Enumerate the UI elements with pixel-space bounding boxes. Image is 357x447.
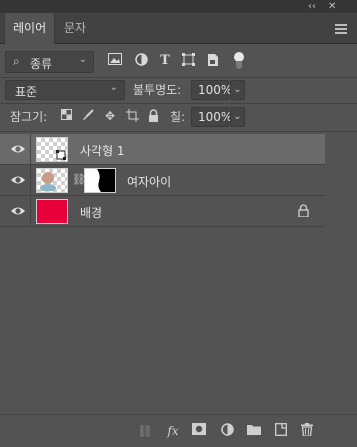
opacity-dropdown-button[interactable]: ⌄ bbox=[230, 80, 245, 100]
blend-mode-select[interactable]: 표준 ⌄ bbox=[5, 80, 125, 100]
layer-thumbnail bbox=[36, 137, 68, 162]
layer-name[interactable]: 여자아이 bbox=[127, 173, 171, 190]
tab-bar: 레이어 문자 bbox=[0, 13, 357, 44]
fill-input[interactable]: 100% bbox=[191, 107, 232, 127]
new-layer-icon[interactable] bbox=[273, 423, 289, 439]
fill-dropdown-button[interactable]: ⌄ bbox=[230, 107, 245, 127]
layer-name[interactable]: 배경 bbox=[80, 204, 102, 221]
lock-transparent-icon[interactable] bbox=[59, 109, 73, 123]
tab-layers[interactable]: 레이어 bbox=[4, 13, 56, 44]
image-filter-icon[interactable] bbox=[107, 53, 123, 69]
tab-text[interactable]: 문자 bbox=[56, 13, 94, 44]
add-mask-icon[interactable] bbox=[191, 423, 207, 439]
layer-thumbnail bbox=[36, 199, 68, 224]
lock-label: 잠그기: bbox=[10, 110, 48, 124]
filter-toggle[interactable] bbox=[234, 52, 244, 70]
opacity-input[interactable]: 100% bbox=[191, 80, 232, 100]
layer-thumbnail bbox=[36, 168, 68, 193]
fill-label: 칠: bbox=[170, 110, 186, 124]
lock-icon bbox=[298, 204, 310, 218]
fx-icon[interactable]: fx bbox=[165, 423, 181, 439]
layer-row-shape[interactable]: 사각형 1 bbox=[0, 134, 325, 165]
layer-mask-thumbnail[interactable] bbox=[84, 168, 116, 193]
layer-row-background[interactable]: 배경 bbox=[0, 196, 325, 227]
chevron-down-icon: ⌄ bbox=[78, 54, 87, 65]
lock-paint-icon[interactable] bbox=[81, 109, 95, 123]
layer-filter-select[interactable]: ⌕ 종류 ⌄ bbox=[5, 51, 94, 73]
layers-panel bbox=[0, 44, 357, 447]
collapse-panel-icon[interactable]: ‹‹ bbox=[308, 0, 316, 13]
lock-move-icon[interactable]: ✥ bbox=[103, 109, 117, 123]
adjustment-layer-icon[interactable] bbox=[219, 423, 235, 439]
panel-top-bar: ‹‹ ✕ bbox=[0, 0, 357, 13]
layer-name[interactable]: 사각형 1 bbox=[80, 142, 125, 159]
scrollbar[interactable] bbox=[327, 134, 357, 414]
layer-row-image[interactable]: ⛓ 여자아이 bbox=[0, 165, 325, 196]
delete-icon[interactable] bbox=[299, 423, 315, 439]
type-filter-icon[interactable]: T bbox=[157, 53, 173, 69]
smart-object-filter-icon[interactable] bbox=[205, 53, 221, 69]
link-layers-icon[interactable]: ⛓ bbox=[137, 423, 153, 439]
bottom-toolbar: ⛓ fx bbox=[0, 414, 357, 447]
chevron-down-icon: ⌄ bbox=[109, 82, 118, 93]
visibility-eye-icon[interactable] bbox=[10, 173, 26, 187]
filter-kind-label: 종류 bbox=[30, 57, 53, 71]
shape-filter-icon[interactable] bbox=[180, 53, 196, 69]
opacity-label: 불투명도: bbox=[133, 83, 182, 97]
adjustment-filter-icon[interactable] bbox=[133, 53, 149, 69]
new-group-icon[interactable] bbox=[246, 423, 262, 439]
visibility-eye-icon[interactable] bbox=[10, 142, 26, 156]
lock-artboard-icon[interactable] bbox=[125, 109, 139, 123]
search-icon: ⌕ bbox=[13, 54, 20, 68]
lock-all-icon[interactable] bbox=[146, 109, 160, 123]
blend-mode-value: 표준 bbox=[15, 85, 38, 99]
divider bbox=[0, 77, 357, 78]
divider bbox=[0, 131, 357, 132]
close-panel-icon[interactable]: ✕ bbox=[328, 0, 336, 13]
panel-menu-icon[interactable] bbox=[335, 24, 347, 36]
divider bbox=[0, 103, 357, 104]
visibility-eye-icon[interactable] bbox=[10, 204, 26, 218]
